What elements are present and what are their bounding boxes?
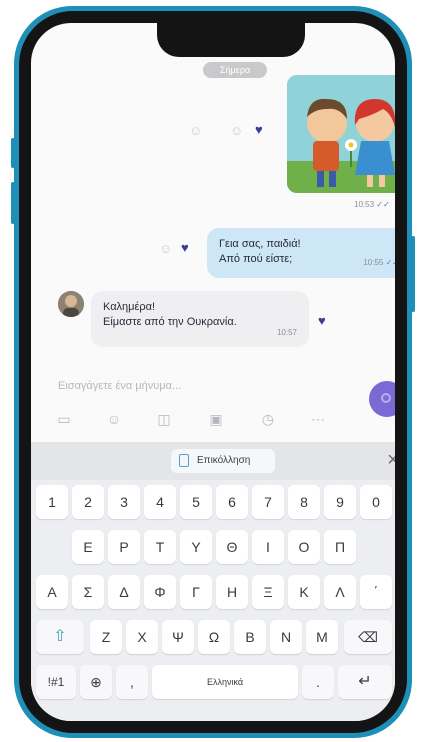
space-key[interactable]: Ελληνικά [152,665,298,699]
heart-reaction-icon-3[interactable]: ♥ [318,313,326,328]
key[interactable]: Ξ [252,575,284,609]
enter-key[interactable]: ↵ [338,665,392,699]
key[interactable]: Ο [288,530,320,564]
key[interactable]: Π [324,530,356,564]
incoming-message-bubble[interactable]: Καλημέρα! Είμαστε από την Ουκρανία. 10:5… [91,291,309,347]
symbols-key[interactable]: !#1 [36,665,76,699]
key[interactable]: Σ [72,575,104,609]
globe-icon[interactable]: ⊕ [80,665,112,699]
key[interactable]: Κ [288,575,320,609]
key[interactable]: 5 [180,485,212,519]
key[interactable]: 8 [288,485,320,519]
key[interactable]: 7 [252,485,284,519]
sticker-icon[interactable]: ☺ [103,408,125,430]
key[interactable]: Τ [144,530,176,564]
more-icon[interactable]: ⋯ [307,408,329,430]
key[interactable]: Δ [108,575,140,609]
key[interactable]: 6 [216,485,248,519]
avatar[interactable] [58,291,84,317]
sticker-message[interactable] [287,75,395,193]
sticker-children-image [287,75,395,193]
key[interactable]: Ζ [90,620,122,654]
gif-icon[interactable]: ▣ [205,408,227,430]
timer-icon[interactable]: ◷ [257,408,279,430]
backspace-key[interactable]: ⌫ [344,620,392,654]
read-check-icon: ✓✓ [385,258,395,267]
outgoing-timestamp: 10:55 ✓✓ [363,255,395,270]
reaction-smile-icon-2[interactable]: ☺ [230,123,243,138]
reaction-smile-icon-1[interactable]: ☺ [189,123,202,138]
camera-icon[interactable]: ◫ [153,408,175,430]
reaction-smile-icon-3[interactable]: ☺ [159,241,172,256]
key[interactable]: 2 [72,485,104,519]
message-line: Είμαστε από την Ουκρανία. [103,316,237,328]
screen: Σήμερα ☺ ☺ ♥ 10:53 ✓✓ ☺ ♥ Γεια σας, παιδ… [31,23,395,721]
clipboard-bar: Επικόλληση × [31,442,395,480]
phone-frame: Σήμερα ☺ ☺ ♥ 10:53 ✓✓ ☺ ♥ Γεια σας, παιδ… [11,6,415,738]
gallery-icon[interactable]: ▭ [53,408,75,430]
key[interactable]: 9 [324,485,356,519]
key[interactable]: 4 [144,485,176,519]
key[interactable]: Χ [126,620,158,654]
side-button-right [411,236,415,312]
key[interactable]: Ν [270,620,302,654]
outgoing-message-bubble[interactable]: Γεια σας, παιδιά! Από πού είστε; 10:55 ✓… [207,228,395,278]
key[interactable]: ΄ [360,575,392,609]
message-line: Γεια σας, παιδιά! [219,238,301,250]
message-line: Καλημέρα! [103,301,156,313]
keyboard: Επικόλληση × 1 2 3 4 5 6 7 8 9 0 Ε Ρ Τ Υ… [31,442,395,721]
side-button-left-1 [11,138,15,168]
composer-toolbar: ▭ ☺ ◫ ▣ ◷ ⋯ [53,408,343,430]
key[interactable]: 1 [36,485,68,519]
key[interactable]: Ε [72,530,104,564]
send-button[interactable] [369,381,395,417]
incoming-timestamp: 10:57 [276,328,297,337]
key[interactable]: Β [234,620,266,654]
key[interactable]: Η [216,575,248,609]
key[interactable]: Α [36,575,68,609]
key[interactable]: Υ [180,530,212,564]
key[interactable]: Γ [180,575,212,609]
key[interactable]: 0 [360,485,392,519]
clipboard-icon [179,454,189,467]
key[interactable]: Ω [198,620,230,654]
key[interactable]: Θ [216,530,248,564]
close-icon[interactable]: × [381,448,395,472]
paste-label: Επικόλληση [197,455,251,466]
period-key[interactable]: . [302,665,334,699]
date-separator: Σήμερα [203,62,267,78]
key[interactable]: Ι [252,530,284,564]
heart-reaction-icon[interactable]: ♥ [255,122,263,137]
sticker-timestamp: 10:53 ✓✓ [354,200,390,209]
read-check-icon: ✓✓ [376,200,390,209]
key[interactable]: 3 [108,485,140,519]
heart-reaction-icon-2[interactable]: ♥ [181,240,189,255]
key[interactable]: Ψ [162,620,194,654]
message-input[interactable]: Εισαγάγετε ένα μήνυμα... [58,375,358,397]
phone-notch [157,23,305,57]
key[interactable]: Φ [144,575,176,609]
key[interactable]: Λ [324,575,356,609]
shift-key[interactable]: ⇧ [36,620,84,654]
key[interactable]: Ρ [108,530,140,564]
comma-key[interactable]: , [116,665,148,699]
paste-button[interactable]: Επικόλληση [171,449,275,473]
side-button-left-2 [11,182,15,224]
key[interactable]: Μ [306,620,338,654]
avatar-image [58,291,84,317]
